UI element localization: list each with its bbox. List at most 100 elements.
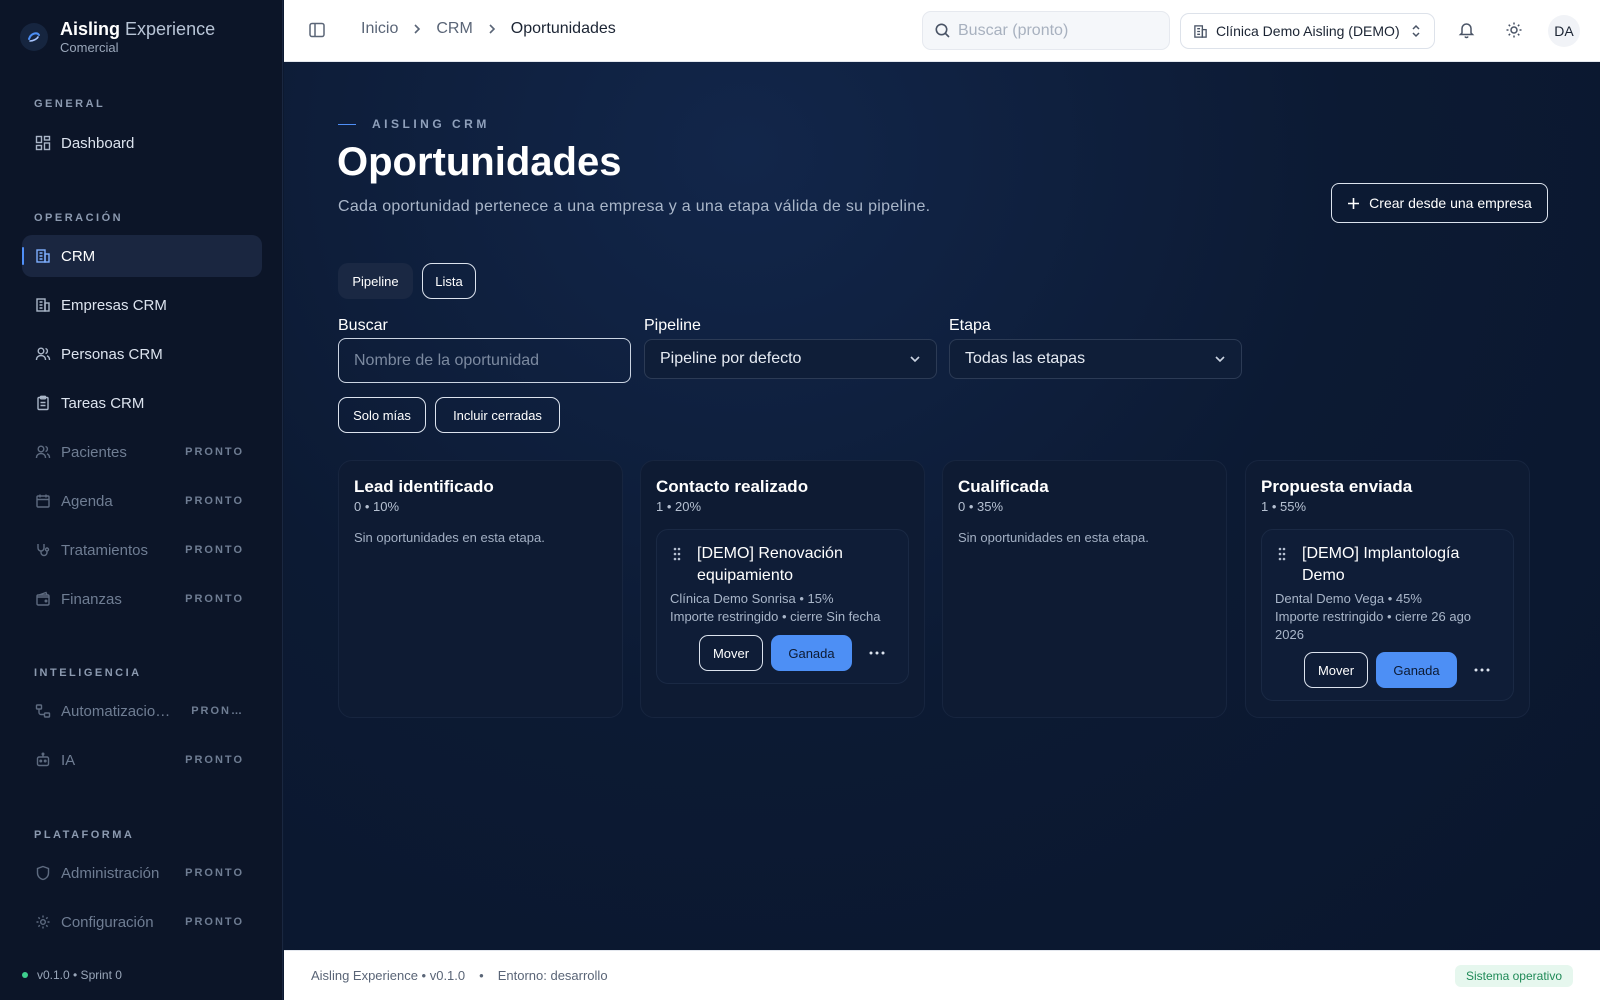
sidebar-item-pacientes[interactable]: Pacientes PRONTO <box>22 431 262 473</box>
drag-handle-icon[interactable] <box>672 546 682 562</box>
users-icon <box>34 443 52 461</box>
stage-label: Etapa <box>949 317 991 334</box>
drag-handle-icon[interactable] <box>1277 546 1287 562</box>
mark-won-button[interactable]: Ganada <box>1376 652 1457 688</box>
sidebar-item-agenda[interactable]: Agenda PRONTO <box>22 480 262 522</box>
create-from-company-button[interactable]: Crear desde una empresa <box>1331 183 1548 223</box>
brand[interactable]: Aisling Experience Comercial <box>20 18 215 56</box>
sidebar-item-dashboard[interactable]: Dashboard <box>22 122 262 164</box>
coming-soon-badge: PRONTO <box>185 916 244 928</box>
shield-icon <box>34 864 52 882</box>
tab-pipeline[interactable]: Pipeline <box>338 263 413 299</box>
tenant-name: Clínica Demo Aisling (DEMO) <box>1216 23 1400 39</box>
brand-name: Aisling Experience <box>60 19 216 39</box>
stage-value: Todas las etapas <box>965 350 1086 367</box>
breadcrumb-crm[interactable]: CRM <box>436 20 472 38</box>
sidebar-item-label: Pacientes <box>61 443 127 461</box>
chevron-updown-icon <box>1410 23 1422 39</box>
users-icon <box>34 345 52 363</box>
opportunity-title[interactable]: [DEMO] Implantología Demo <box>1302 543 1502 587</box>
opportunity-search-input[interactable]: Nombre de la oportunidad <box>338 338 631 383</box>
opportunity-amount: Importe restringido • cierre 26 ago <box>1275 609 1472 624</box>
sidebar-item-configuracion[interactable]: Configuración PRONTO <box>22 901 262 943</box>
bell-icon[interactable] <box>1456 20 1476 40</box>
coming-soon-badge: PRON… <box>191 705 244 717</box>
breadcrumb-inicio[interactable]: Inicio <box>361 20 398 38</box>
stage-select[interactable]: Todas las etapas <box>949 339 1242 379</box>
opportunity-close-year: 2026 <box>1275 627 1304 642</box>
sidebar-toggle-icon[interactable] <box>308 21 326 39</box>
sidebar-item-finanzas[interactable]: Finanzas PRONTO <box>22 578 262 620</box>
section-label-plataforma: PLATAFORMA <box>34 829 135 841</box>
sidebar-item-automatizaciones[interactable]: Automatizacio… PRON… <box>22 690 262 732</box>
more-options-icon[interactable] <box>867 643 887 663</box>
pipeline-column-cualificada: Cualificada 0 • 35% Sin oportunidades en… <box>942 460 1227 718</box>
sidebar-item-ia[interactable]: IA PRONTO <box>22 739 262 781</box>
sidebar-item-label: Agenda <box>61 492 113 510</box>
global-search-input[interactable]: Buscar (pronto) <box>922 11 1170 50</box>
version-info: v0.1.0 • Sprint 0 <box>22 968 122 982</box>
footer-separator: • <box>479 968 484 983</box>
status-dot <box>22 972 28 978</box>
column-meta: 1 • 55% <box>1261 499 1307 514</box>
sidebar-item-label: Finanzas <box>61 590 122 608</box>
sidebar-item-crm[interactable]: CRM <box>22 235 262 277</box>
pipeline-column-propuesta: Propuesta enviada 1 • 55% [DEMO] Implant… <box>1245 460 1530 718</box>
opportunity-title[interactable]: [DEMO] Renovación equipamiento <box>697 543 897 587</box>
footer: Aisling Experience • v0.1.0 • Entorno: d… <box>284 950 1600 1000</box>
sidebar-item-tratamientos[interactable]: Tratamientos PRONTO <box>22 529 262 571</box>
eyebrow-divider <box>338 123 356 125</box>
sidebar-item-personas-crm[interactable]: Personas CRM <box>22 333 262 375</box>
coming-soon-badge: PRONTO <box>185 593 244 605</box>
more-options-icon[interactable] <box>1472 660 1492 680</box>
pipeline-column-contacto: Contacto realizado 1 • 20% [DEMO] Renova… <box>640 460 925 718</box>
building-icon <box>34 296 52 314</box>
coming-soon-badge: PRONTO <box>185 867 244 879</box>
move-button[interactable]: Mover <box>699 635 763 671</box>
sidebar-item-label: CRM <box>61 247 96 265</box>
tenant-selector[interactable]: Clínica Demo Aisling (DEMO) <box>1180 13 1435 49</box>
footer-app-version: Aisling Experience • v0.1.0 <box>311 968 466 983</box>
breadcrumb: Inicio CRM Oportunidades <box>361 20 616 38</box>
opportunity-card[interactable]: [DEMO] Renovación equipamiento Clínica D… <box>656 529 909 684</box>
include-closed-toggle[interactable]: Incluir cerradas <box>435 397 560 433</box>
coming-soon-badge: PRONTO <box>185 495 244 507</box>
column-empty-message: Sin oportunidades en esta etapa. <box>958 530 1149 545</box>
calendar-icon <box>34 492 52 510</box>
opportunity-amount: Importe restringido • cierre Sin fecha <box>670 609 881 624</box>
coming-soon-badge: PRONTO <box>185 544 244 556</box>
chevron-down-icon <box>909 353 921 365</box>
sidebar-item-label: Administración <box>61 864 160 882</box>
sidebar-item-tareas-crm[interactable]: Tareas CRM <box>22 382 262 424</box>
pipeline-label: Pipeline <box>644 317 701 334</box>
opportunity-company: Clínica Demo Sonrisa • 15% <box>670 591 834 606</box>
eyebrow-text: AISLING CRM <box>372 117 490 131</box>
coming-soon-badge: PRONTO <box>185 754 244 766</box>
only-mine-toggle[interactable]: Solo mías <box>338 397 426 433</box>
sidebar-item-label: Personas CRM <box>61 345 163 363</box>
avatar[interactable]: DA <box>1548 15 1580 47</box>
clipboard-icon <box>34 394 52 412</box>
opportunity-card[interactable]: [DEMO] Implantología Demo Dental Demo Ve… <box>1261 529 1514 701</box>
chevron-right-icon <box>412 23 422 35</box>
search-field-label: Buscar <box>338 317 388 334</box>
sun-icon[interactable] <box>1504 20 1524 40</box>
sidebar-item-administracion[interactable]: Administración PRONTO <box>22 852 262 894</box>
sidebar-item-label: Tareas CRM <box>61 394 145 412</box>
move-button[interactable]: Mover <box>1304 652 1368 688</box>
page-subtitle: Cada oportunidad pertenece a una empresa… <box>338 198 931 215</box>
pipeline-select[interactable]: Pipeline por defecto <box>644 339 937 379</box>
pipeline-column-lead: Lead identificado 0 • 10% Sin oportunida… <box>338 460 623 718</box>
building-icon <box>34 247 52 265</box>
main-content: AISLING CRM Oportunidades Cada oportunid… <box>284 62 1600 950</box>
chevron-down-icon <box>1214 353 1226 365</box>
create-button-label: Crear desde una empresa <box>1369 195 1532 211</box>
sidebar-item-empresas-crm[interactable]: Empresas CRM <box>22 284 262 326</box>
column-meta: 0 • 35% <box>958 499 1004 514</box>
footer-environment: Entorno: desarrollo <box>497 968 608 983</box>
sidebar-item-label: Configuración <box>61 913 154 931</box>
dashboard-icon <box>34 134 52 152</box>
mark-won-button[interactable]: Ganada <box>771 635 852 671</box>
status-badge: Sistema operativo <box>1454 965 1573 987</box>
tab-lista[interactable]: Lista <box>422 263 476 299</box>
